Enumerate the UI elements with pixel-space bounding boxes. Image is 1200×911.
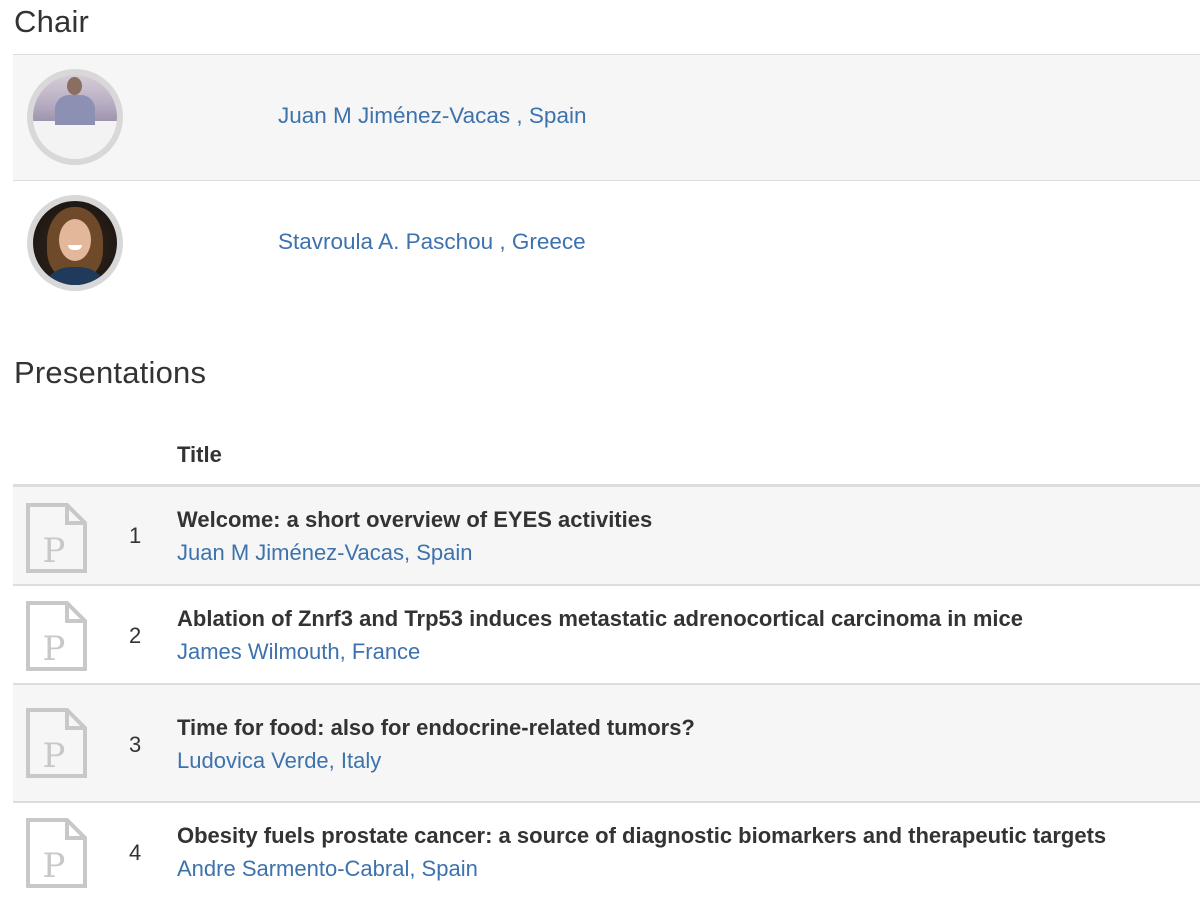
table-row: P 1 Welcome: a short overview of EYES ac… [13,487,1200,586]
table-row: P 4 Obesity fuels prostate cancer: a sou… [13,803,1200,908]
document-p-icon[interactable]: P [25,600,88,672]
svg-text:P: P [43,846,66,886]
presentation-title[interactable]: Obesity fuels prostate cancer: a source … [177,823,1106,849]
svg-text:P: P [43,736,66,776]
avatar[interactable] [27,195,123,291]
presentation-number: 4 [129,840,142,865]
title-column-header: Title [177,442,222,467]
table-row: P 2 Ablation of Znrf3 and Trp53 induces … [13,586,1200,685]
chair-name-link[interactable]: Stavroula A. Paschou , Greece [278,229,586,255]
photo-torso [55,95,95,125]
document-p-icon[interactable]: P [25,817,88,889]
table-header: Title [13,425,1200,487]
presentation-number: 1 [129,523,142,548]
chair-heading: Chair [14,4,90,39]
svg-text:P: P [43,531,66,571]
presentation-number: 2 [129,623,142,648]
avatar[interactable] [27,69,123,165]
presentation-number: 3 [129,732,142,757]
chair-row: Stavroula A. Paschou , Greece [13,180,1200,306]
svg-text:P: P [43,629,66,669]
presentation-title[interactable]: Ablation of Znrf3 and Trp53 induces meta… [177,606,1023,632]
document-p-icon[interactable]: P [25,707,88,779]
presentation-title[interactable]: Welcome: a short overview of EYES activi… [177,507,652,533]
presentations-heading: Presentations [14,355,207,390]
document-p-icon[interactable]: P [25,502,88,574]
session-page: Chair Juan M Jiménez-Vacas , Spain Stavr… [0,0,1200,911]
chair-row: Juan M Jiménez-Vacas , Spain [13,54,1200,180]
presentation-title[interactable]: Time for food: also for endocrine-relate… [177,715,695,741]
photo-head [67,77,82,95]
chair-list: Juan M Jiménez-Vacas , Spain Stavroula A… [13,54,1200,306]
avatar-photo [33,201,117,285]
presentation-author-link[interactable]: Andre Sarmento-Cabral, Spain [177,856,478,882]
avatar-photo [33,75,117,159]
presentation-author-link[interactable]: James Wilmouth, France [177,639,420,665]
table-row: P 3 Time for food: also for endocrine-re… [13,685,1200,803]
chair-name-link[interactable]: Juan M Jiménez-Vacas , Spain [278,103,586,129]
presentation-author-link[interactable]: Ludovica Verde, Italy [177,748,381,774]
photo-face [59,219,91,261]
presentation-author-link[interactable]: Juan M Jiménez-Vacas, Spain [177,540,473,566]
presentations-table: Title P 1 Welcome: a short overview of E… [13,425,1200,908]
